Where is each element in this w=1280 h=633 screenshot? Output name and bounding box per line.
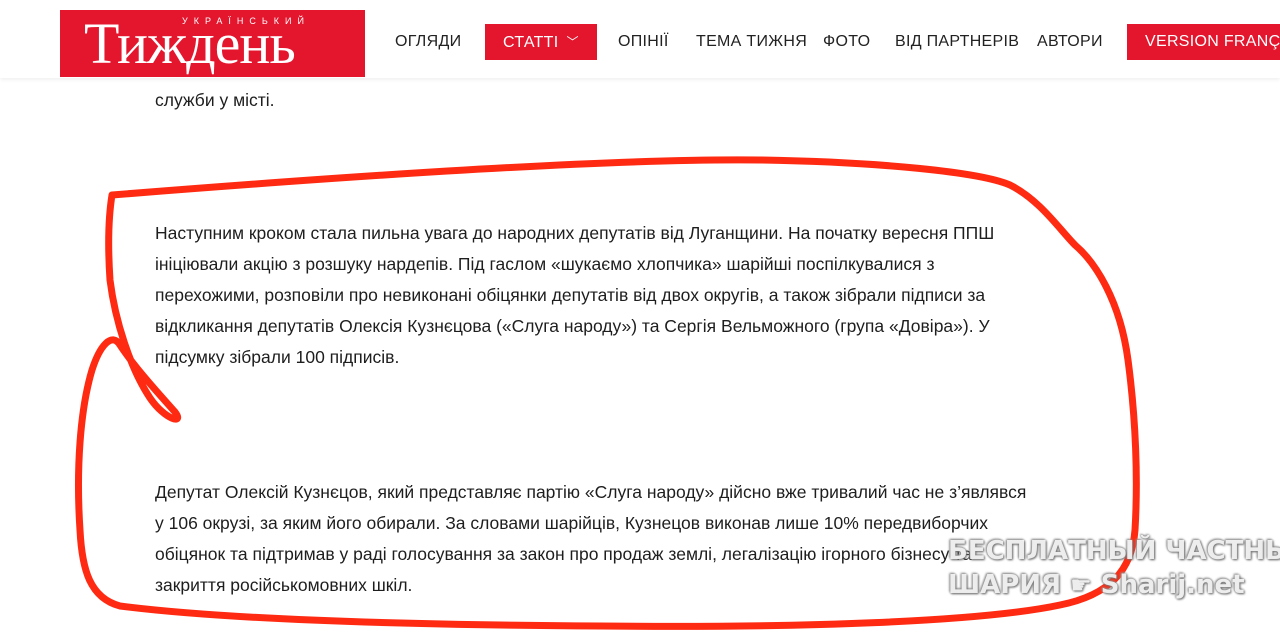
pointing-hand-icon: ☛ [1070,571,1092,599]
watermark: БЕСПЛАТНЫЙ ЧАСТНЫЙ ШАРИЯ ☛ Sharij.net [948,534,1280,602]
nav-item-photo[interactable]: ФОТО [823,24,870,60]
nav-item-articles-label: СТАТТІ [503,34,559,51]
chevron-down-icon: ﹀ [566,35,579,49]
nav-item-articles[interactable]: СТАТТІ ﹀ [485,24,597,60]
article-paragraph-2: Депутат Олексій Кузнєцов, який представл… [155,482,1027,595]
watermark-line2-left: ШАРИЯ [948,570,1062,600]
site-logo[interactable]: УКРАЇНСЬКИЙ Тиждень [60,10,365,77]
nav-item-opinions[interactable]: ОПІНІЇ [618,24,669,60]
logo-title: Тиждень [84,11,296,76]
article-paragraph-1: Наступним кроком стала пильна увага до н… [155,223,995,367]
site-header: УКРАЇНСЬКИЙ Тиждень ОГЛЯДИ СТАТТІ ﹀ ОПІНІ… [0,0,1280,78]
nav-item-authors[interactable]: АВТОРИ [1037,24,1103,60]
article-paragraph-tail-text: служби у місті. [155,90,275,110]
nav-item-topic-of-week[interactable]: ТЕМА ТИЖНЯ [696,24,807,60]
nav-item-reviews[interactable]: ОГЛЯДИ [395,24,461,60]
watermark-line2: ШАРИЯ ☛ Sharij.net [948,568,1248,602]
watermark-line1: БЕСПЛАТНЫЙ ЧАСТНЫЙ [948,536,1280,566]
page: служби у місті. Наступним кроком стала п… [0,0,1280,633]
nav-item-partners[interactable]: ВІД ПАРТНЕРІВ [895,24,1019,60]
language-french-button[interactable]: VERSION FRANÇAISE [1127,24,1280,60]
watermark-line2-right: Sharij.net [1100,570,1245,600]
